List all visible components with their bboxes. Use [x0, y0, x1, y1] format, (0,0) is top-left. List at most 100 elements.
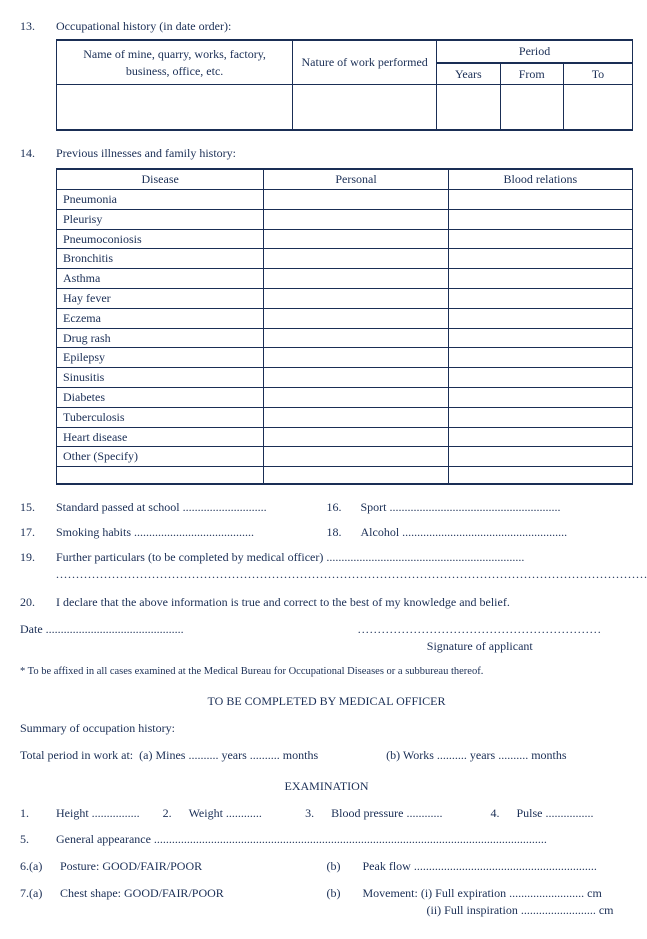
disease-name-cell: Diabetes	[57, 387, 264, 407]
table-row[interactable]	[57, 85, 633, 131]
e5-num: 5.	[20, 831, 56, 848]
q15-num: 15.	[20, 499, 56, 516]
col-name: Name of mine, quarry, works, factory, bu…	[57, 40, 293, 85]
signature-label: Signature of applicant	[427, 639, 533, 653]
blood-cell[interactable]	[448, 269, 632, 289]
signature-line[interactable]: ........................................…	[358, 622, 602, 636]
examination-heading: EXAMINATION	[20, 778, 633, 795]
blood-cell[interactable]	[448, 328, 632, 348]
q19-num: 19.	[20, 549, 56, 583]
disease-name-cell: Pneumonia	[57, 189, 264, 209]
e7b-label2: (ii) Full inspiration ..................…	[363, 902, 614, 919]
e6a-num: 6.(a)	[20, 858, 60, 875]
table-row[interactable]: Pneumonia	[57, 189, 633, 209]
q15-label: Standard passed at school ..............…	[56, 499, 267, 516]
blood-cell[interactable]	[448, 288, 632, 308]
table-row[interactable]: Epilepsy	[57, 348, 633, 368]
exam-row-6: 6.(a)Posture: GOOD/FAIR/POOR (b)Peak flo…	[20, 858, 633, 875]
personal-cell[interactable]	[264, 328, 448, 348]
e1-label: Height ................	[56, 805, 140, 822]
blood-cell[interactable]	[448, 447, 632, 467]
col-period: Period	[437, 40, 633, 63]
personal-cell[interactable]	[264, 387, 448, 407]
blood-cell[interactable]	[448, 249, 632, 269]
personal-cell[interactable]	[264, 427, 448, 447]
e7a-label: Chest shape: GOOD/FAIR/POOR	[60, 885, 224, 919]
q13-num: 13.	[20, 18, 56, 35]
q13: 13. Occupational history (in date order)…	[20, 18, 633, 35]
table-row[interactable]: Bronchitis	[57, 249, 633, 269]
table-row[interactable]: Pleurisy	[57, 209, 633, 229]
personal-cell[interactable]	[264, 368, 448, 388]
e6b-label: Peak flow ..............................…	[363, 858, 597, 875]
e6a-label: Posture: GOOD/FAIR/POOR	[60, 858, 202, 875]
q18-label: Alcohol ................................…	[361, 524, 568, 541]
personal-cell[interactable]	[264, 189, 448, 209]
e1-num: 1.	[20, 805, 56, 822]
col-nature: Nature of work performed	[293, 40, 437, 85]
table-row[interactable]: Diabetes	[57, 387, 633, 407]
e6b-num: (b)	[327, 858, 363, 875]
disease-name-cell: Pleurisy	[57, 209, 264, 229]
exam-row-7: 7.(a)Chest shape: GOOD/FAIR/POOR (b) Mov…	[20, 885, 633, 919]
blood-cell[interactable]	[448, 368, 632, 388]
col-from: From	[500, 63, 563, 85]
col-to: To	[563, 63, 632, 85]
disease-name-cell: Bronchitis	[57, 249, 264, 269]
personal-cell[interactable]	[264, 229, 448, 249]
blood-cell[interactable]	[448, 387, 632, 407]
table-row[interactable]: Sinusitis	[57, 368, 633, 388]
e2-label: Weight ............	[189, 805, 262, 822]
personal-cell[interactable]	[264, 288, 448, 308]
total-period-row: Total period in work at: (a) Mines .....…	[20, 747, 633, 764]
table-row[interactable]: Eczema	[57, 308, 633, 328]
table-row[interactable]	[57, 467, 633, 485]
total-a: (a) Mines .......... years .......... mo…	[139, 747, 386, 764]
blood-cell[interactable]	[448, 209, 632, 229]
blood-cell[interactable]	[448, 308, 632, 328]
personal-cell[interactable]	[264, 348, 448, 368]
e7b-label1: Movement: (i) Full expiration ..........…	[363, 886, 602, 900]
disease-name-cell: Epilepsy	[57, 348, 264, 368]
disease-name-cell: Hay fever	[57, 288, 264, 308]
summary-label: Summary of occupation history:	[20, 720, 633, 737]
e5-label: General appearance .....................…	[56, 831, 547, 848]
table-row[interactable]: Other (Specify)	[57, 447, 633, 467]
table-row[interactable]: Drug rash	[57, 328, 633, 348]
q20-label: I declare that the above information is …	[56, 594, 633, 611]
blood-cell[interactable]	[448, 229, 632, 249]
disease-name-cell: Asthma	[57, 269, 264, 289]
exam-row-5: 5. General appearance ..................…	[20, 831, 633, 848]
q16-num: 16.	[327, 499, 361, 516]
e4-num: 4.	[490, 805, 516, 822]
disease-name-cell: Drug rash	[57, 328, 264, 348]
q14-label: Previous illnesses and family history:	[56, 145, 633, 162]
table-row[interactable]: Tuberculosis	[57, 407, 633, 427]
personal-cell[interactable]	[264, 447, 448, 467]
table-row[interactable]: Hay fever	[57, 288, 633, 308]
table-row[interactable]: Asthma	[57, 269, 633, 289]
table-row[interactable]: Heart disease	[57, 427, 633, 447]
blood-cell[interactable]	[448, 189, 632, 209]
personal-cell[interactable]	[264, 269, 448, 289]
personal-cell[interactable]	[264, 209, 448, 229]
personal-cell[interactable]	[264, 407, 448, 427]
q17-q18: 17. Smoking habits .....................…	[20, 524, 633, 541]
date-signature-row: Date ...................................…	[20, 621, 633, 655]
e4-label: Pulse ................	[516, 805, 593, 822]
q17-label: Smoking habits .........................…	[56, 524, 254, 541]
col-blood: Blood relations	[448, 169, 632, 189]
blood-cell[interactable]	[448, 348, 632, 368]
e2-num: 2.	[163, 805, 189, 822]
blood-cell[interactable]	[448, 427, 632, 447]
e3-num: 3.	[305, 805, 331, 822]
total-pre: Total period in work at:	[20, 747, 133, 764]
personal-cell[interactable]	[264, 249, 448, 269]
occupational-history-table: Name of mine, quarry, works, factory, bu…	[56, 39, 633, 132]
disease-name-cell: Pneumoconiosis	[57, 229, 264, 249]
table-row[interactable]: Pneumoconiosis	[57, 229, 633, 249]
blood-cell[interactable]	[448, 407, 632, 427]
disease-name-cell: Tuberculosis	[57, 407, 264, 427]
personal-cell[interactable]	[264, 308, 448, 328]
date-line[interactable]: Date ...................................…	[20, 621, 327, 655]
